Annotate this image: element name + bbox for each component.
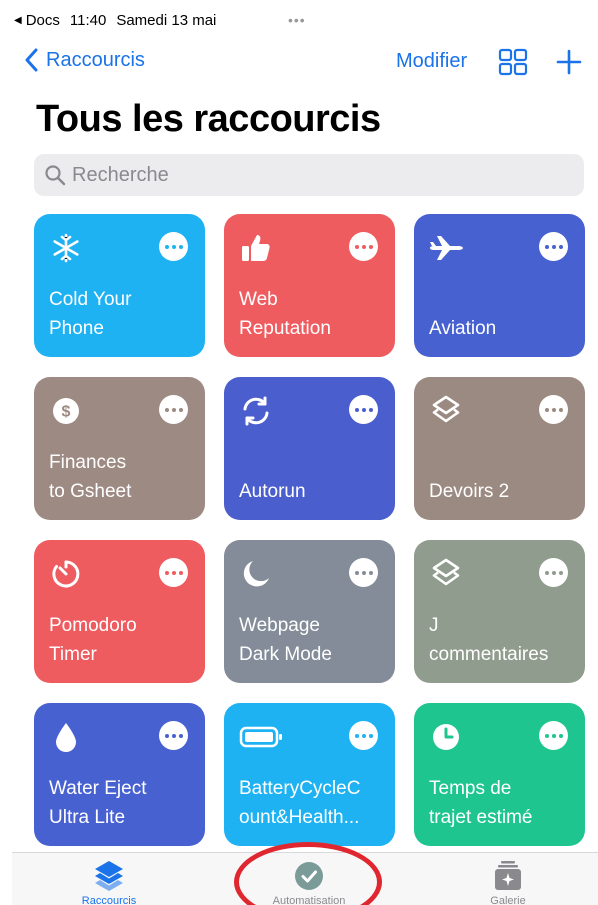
back-button[interactable]: Raccourcis [24, 48, 145, 72]
shortcut-card[interactable]: Cold Your Phone [34, 214, 205, 357]
back-triangle-icon[interactable]: ◀ [14, 15, 22, 26]
shortcut-card[interactable]: Web Reputation [224, 214, 395, 357]
back-label: Raccourcis [46, 48, 145, 71]
chevron-left-icon [25, 48, 38, 72]
shortcut-card[interactable]: Autorun [224, 377, 395, 520]
edit-button[interactable]: Modifier [396, 50, 467, 73]
plus-icon [556, 49, 582, 75]
shortcut-name: Finances to Gsheet [49, 452, 132, 502]
timer-icon [48, 556, 84, 592]
clock-icon [428, 719, 464, 755]
shortcut-card[interactable]: Aviation [414, 214, 585, 357]
add-shortcut-button[interactable] [556, 48, 582, 81]
shortcut-card[interactable]: BatteryCycleC ount&Health... [224, 703, 395, 846]
tab-galerie[interactable]: Galerie [448, 859, 568, 905]
battery-icon [238, 719, 284, 755]
dollar-icon: $ [48, 393, 84, 429]
airplane-icon [428, 230, 464, 266]
shortcut-card[interactable]: Temps de trajet estimé [414, 703, 585, 846]
grid-icon [498, 48, 528, 76]
search-icon [45, 165, 66, 186]
shortcut-card[interactable]: Webpage Dark Mode [224, 540, 395, 683]
sync-icon [238, 393, 274, 429]
drop-icon [48, 719, 84, 755]
more-options-button[interactable] [539, 232, 568, 261]
more-options-button[interactable] [349, 721, 378, 750]
shortcut-name: Temps de trajet estimé [429, 778, 533, 828]
more-options-button[interactable] [539, 721, 568, 750]
shortcut-card[interactable]: $ Finances to Gsheet [34, 377, 205, 520]
snowflake-icon [48, 230, 84, 266]
svg-text:$: $ [62, 404, 71, 421]
status-bar: ◀ Docs 11:40 Samedi 13 mai [14, 12, 216, 29]
shortcut-card[interactable]: J commentaires [414, 540, 585, 683]
shortcut-name: Water Eject Ultra Lite [49, 778, 147, 828]
gallery-icon [448, 859, 568, 893]
tab-label: Raccourcis [81, 895, 137, 905]
page-title: Tous les raccourcis [36, 98, 381, 140]
search-input[interactable] [72, 163, 552, 187]
shortcut-name: J commentaires [429, 615, 549, 665]
shortcuts-grid: Cold Your Phone Web Reputation Aviation … [34, 214, 586, 846]
back-app-label[interactable]: Docs [26, 12, 60, 29]
moon-icon [238, 556, 274, 592]
status-date: Samedi 13 mai [116, 12, 217, 29]
tab-label: Galerie [490, 895, 526, 905]
more-options-button[interactable] [349, 232, 378, 261]
tab-raccourcis[interactable]: Raccourcis [49, 859, 169, 905]
more-options-button[interactable] [349, 395, 378, 424]
more-options-button[interactable] [159, 558, 188, 587]
nav-bar: Raccourcis Modifier [0, 48, 598, 78]
status-time: 11:40 [69, 12, 107, 29]
more-options-button[interactable] [349, 558, 378, 587]
search-bar[interactable] [34, 154, 584, 196]
more-options-button[interactable] [159, 232, 188, 261]
shortcut-card[interactable]: Pomodoro Timer [34, 540, 205, 683]
shortcut-card[interactable]: Devoirs 2 [414, 377, 585, 520]
thumbs-up-icon [238, 230, 274, 266]
shortcut-name: Web Reputation [239, 289, 331, 339]
layers-icon [49, 859, 169, 893]
shortcut-name: BatteryCycleC ount&Health... [239, 778, 361, 828]
shortcut-name: Cold Your Phone [49, 289, 132, 339]
shortcut-name: Pomodoro Timer [49, 615, 137, 665]
more-options-button[interactable] [539, 395, 568, 424]
shortcut-name: Devoirs 2 [429, 481, 510, 502]
shortcut-card[interactable]: Water Eject Ultra Lite [34, 703, 205, 846]
shortcut-name: Autorun [239, 481, 306, 502]
shortcut-name: Webpage Dark Mode [239, 615, 332, 665]
more-options-button[interactable] [539, 558, 568, 587]
shortcut-name: Aviation [429, 318, 497, 339]
multitask-dots[interactable]: ••• [288, 12, 306, 28]
layers-icon [428, 393, 464, 429]
more-options-button[interactable] [159, 395, 188, 424]
more-options-button[interactable] [159, 721, 188, 750]
grid-view-button[interactable] [498, 48, 528, 81]
layers-icon [428, 556, 464, 592]
